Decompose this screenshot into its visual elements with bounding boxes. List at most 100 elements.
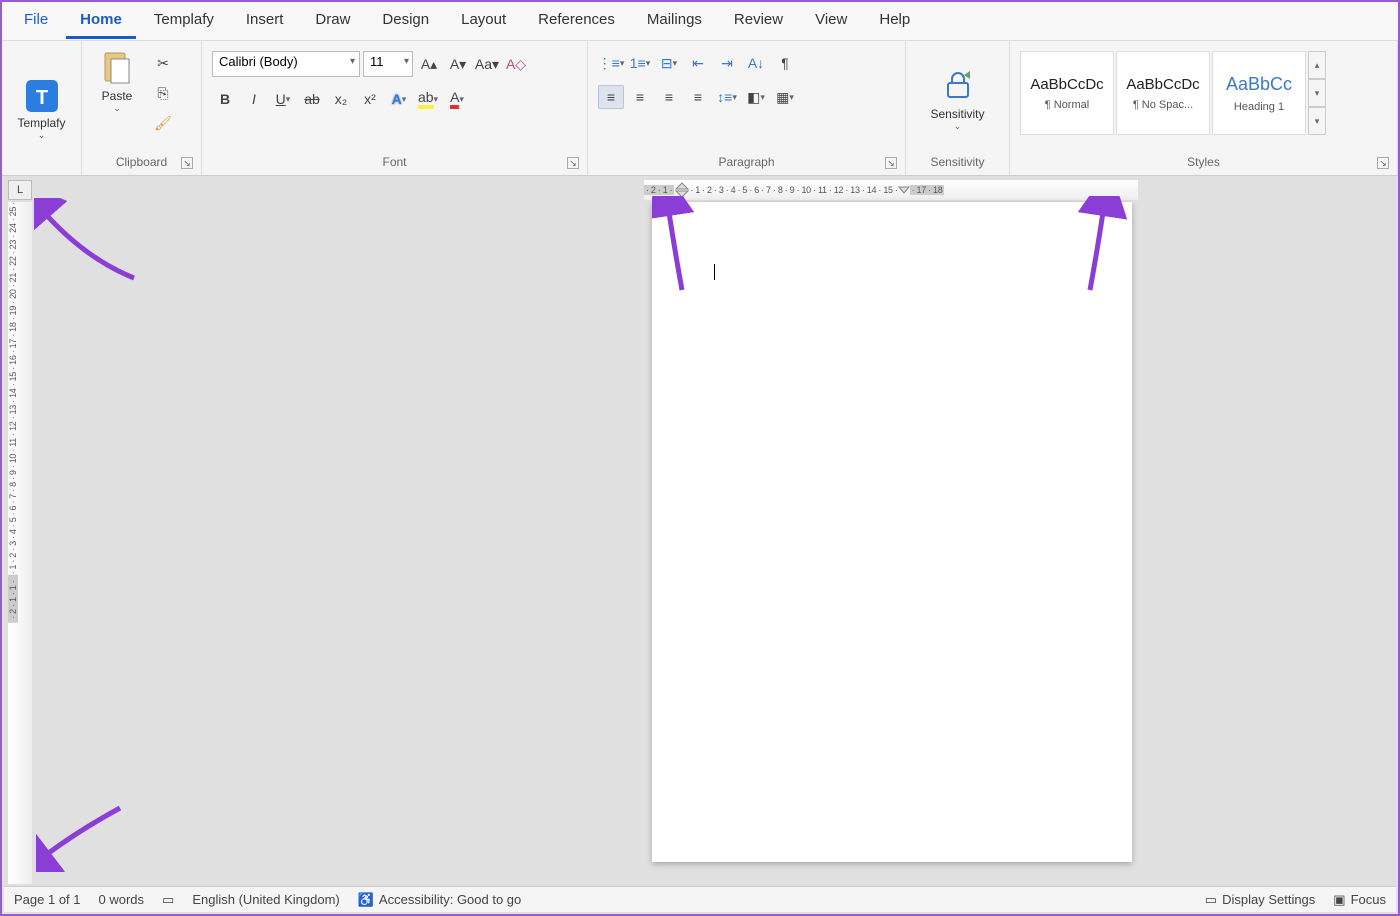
shrink-font-icon: A▾ (450, 56, 466, 73)
justify-button[interactable]: ≡ (685, 85, 711, 109)
vertical-ruler[interactable]: · 2 · 1 · 1 · · 1 · 2 · 3 · 4 · 5 · 6 · … (8, 202, 32, 884)
show-marks-button[interactable]: ¶ (772, 51, 798, 75)
group-sensitivity: Sensitivity ⌄ Sensitivity (906, 41, 1010, 175)
chevron-down-icon: ⌄ (113, 103, 121, 114)
copy-icon: ⎘ (157, 85, 168, 102)
style-preview: AaBbCcDc (1030, 76, 1103, 93)
strike-button[interactable]: ab (299, 87, 325, 111)
copy-button[interactable]: ⎘ (150, 81, 176, 105)
font-name-select[interactable]: Calibri (Body) (212, 51, 360, 77)
line-spacing-icon: ↕≡ (717, 89, 732, 105)
paintbrush-icon: 🖌 (154, 115, 172, 132)
style-heading1[interactable]: AaBbCc Heading 1 (1212, 51, 1306, 135)
text-cursor (714, 264, 715, 280)
sensitivity-label: Sensitivity (930, 107, 984, 121)
change-case-button[interactable]: Aa▾ (474, 52, 500, 76)
paste-label: Paste (102, 89, 133, 103)
status-bar: Page 1 of 1 0 words ▭ English (United Ki… (4, 886, 1396, 912)
style-normal[interactable]: AaBbCcDc ¶ Normal (1020, 51, 1114, 135)
status-accessibility[interactable]: ♿Accessibility: Good to go (358, 892, 522, 908)
tab-home[interactable]: Home (66, 3, 136, 39)
tab-draw[interactable]: Draw (301, 3, 364, 39)
cut-button[interactable]: ✂ (150, 51, 176, 75)
tab-review[interactable]: Review (720, 3, 797, 39)
bold-icon: B (220, 91, 230, 107)
dialog-launcher-icon[interactable]: ↘ (885, 157, 897, 169)
status-spellcheck[interactable]: ▭ (162, 892, 174, 908)
style-up-button[interactable]: ▴ (1308, 51, 1326, 79)
scissors-icon: ✂ (157, 55, 169, 72)
clear-format-button[interactable]: A◇ (503, 52, 529, 76)
subscript-button[interactable]: x₂ (328, 87, 354, 111)
chevron-down-icon: ⌄ (954, 121, 962, 132)
font-size-select[interactable]: 11 (363, 51, 413, 77)
align-left-icon: ≡ (607, 89, 615, 105)
style-name: ¶ No Spac... (1121, 99, 1205, 111)
sort-button[interactable]: A↓ (743, 51, 769, 75)
chevron-down-icon: ⌄ (38, 130, 46, 141)
shading-button[interactable]: ◧▾ (743, 85, 769, 109)
ribbon-tabs: File Home Templafy Insert Draw Design La… (2, 2, 1398, 40)
style-scroll: ▴ ▾ ▾ (1308, 51, 1326, 135)
grow-font-button[interactable]: A▴ (416, 52, 442, 76)
underline-button[interactable]: U▾ (270, 87, 296, 111)
dialog-launcher-icon[interactable]: ↘ (1377, 157, 1389, 169)
style-name: ¶ Normal (1025, 99, 1109, 111)
numbering-button[interactable]: 1≡▾ (627, 51, 653, 75)
styles-gallery[interactable]: AaBbCcDc ¶ Normal AaBbCcDc ¶ No Spac... … (1020, 51, 1387, 135)
font-color-button[interactable]: A▾ (444, 87, 470, 111)
tab-mailings[interactable]: Mailings (633, 3, 716, 39)
style-no-spacing[interactable]: AaBbCcDc ¶ No Spac... (1116, 51, 1210, 135)
templafy-button[interactable]: T Templafy ⌄ (9, 72, 73, 145)
superscript-button[interactable]: x² (357, 87, 383, 111)
decrease-indent-button[interactable]: ⇤ (685, 51, 711, 75)
align-left-button[interactable]: ≡ (598, 85, 624, 109)
dialog-launcher-icon[interactable]: ↘ (181, 157, 193, 169)
tab-templafy[interactable]: Templafy (140, 3, 228, 39)
borders-button[interactable]: ▦▾ (772, 85, 798, 109)
tab-help[interactable]: Help (865, 3, 924, 39)
paste-button[interactable]: Paste ⌄ (88, 45, 146, 118)
text-effects-button[interactable]: A▾ (386, 87, 412, 111)
italic-icon: I (252, 91, 256, 107)
tab-insert[interactable]: Insert (232, 3, 298, 39)
group-clipboard: Paste ⌄ ✂ ⎘ 🖌 Clipboard↘ (82, 41, 202, 175)
group-templafy: T Templafy ⌄ (2, 41, 82, 175)
increase-indent-button[interactable]: ⇥ (714, 51, 740, 75)
align-center-button[interactable]: ≡ (627, 85, 653, 109)
style-name: Heading 1 (1217, 101, 1301, 113)
multilevel-button[interactable]: ⊟▾ (656, 51, 682, 75)
format-painter-button[interactable]: 🖌 (150, 111, 176, 135)
shrink-font-button[interactable]: A▾ (445, 52, 471, 76)
horizontal-ruler[interactable]: · 2 · 1 · · 1 · 2 · 3 · 4 · 5 · 6 · 7 · … (644, 180, 1138, 200)
align-right-icon: ≡ (665, 89, 673, 105)
status-language[interactable]: English (United Kingdom) (192, 892, 339, 907)
tab-file[interactable]: File (10, 3, 62, 39)
pilcrow-icon: ¶ (781, 55, 789, 71)
style-down-button[interactable]: ▾ (1308, 79, 1326, 107)
group-label-sensitivity: Sensitivity (912, 153, 1003, 171)
highlight-button[interactable]: ab▾ (415, 87, 441, 111)
italic-button[interactable]: I (241, 87, 267, 111)
tab-stop-selector[interactable]: L (8, 180, 32, 200)
sensitivity-button[interactable]: Sensitivity ⌄ (922, 63, 992, 136)
eraser-icon: A◇ (506, 56, 526, 73)
tab-design[interactable]: Design (368, 3, 443, 39)
tab-layout[interactable]: Layout (447, 3, 520, 39)
bullets-button[interactable]: ⋮≡▾ (598, 51, 624, 75)
document-page[interactable] (652, 202, 1132, 862)
tab-view[interactable]: View (801, 3, 861, 39)
status-words[interactable]: 0 words (99, 892, 145, 907)
group-label-font: Font↘ (208, 153, 581, 171)
bold-button[interactable]: B (212, 87, 238, 111)
group-label-clipboard: Clipboard↘ (88, 153, 195, 171)
tab-references[interactable]: References (524, 3, 629, 39)
style-more-button[interactable]: ▾ (1308, 107, 1326, 135)
status-page[interactable]: Page 1 of 1 (14, 892, 81, 907)
dialog-launcher-icon[interactable]: ↘ (567, 157, 579, 169)
multilevel-icon: ⊟ (661, 55, 673, 72)
status-focus[interactable]: ▣Focus (1333, 892, 1386, 908)
status-display-settings[interactable]: ▭Display Settings (1205, 892, 1316, 908)
align-right-button[interactable]: ≡ (656, 85, 682, 109)
line-spacing-button[interactable]: ↕≡▾ (714, 85, 740, 109)
